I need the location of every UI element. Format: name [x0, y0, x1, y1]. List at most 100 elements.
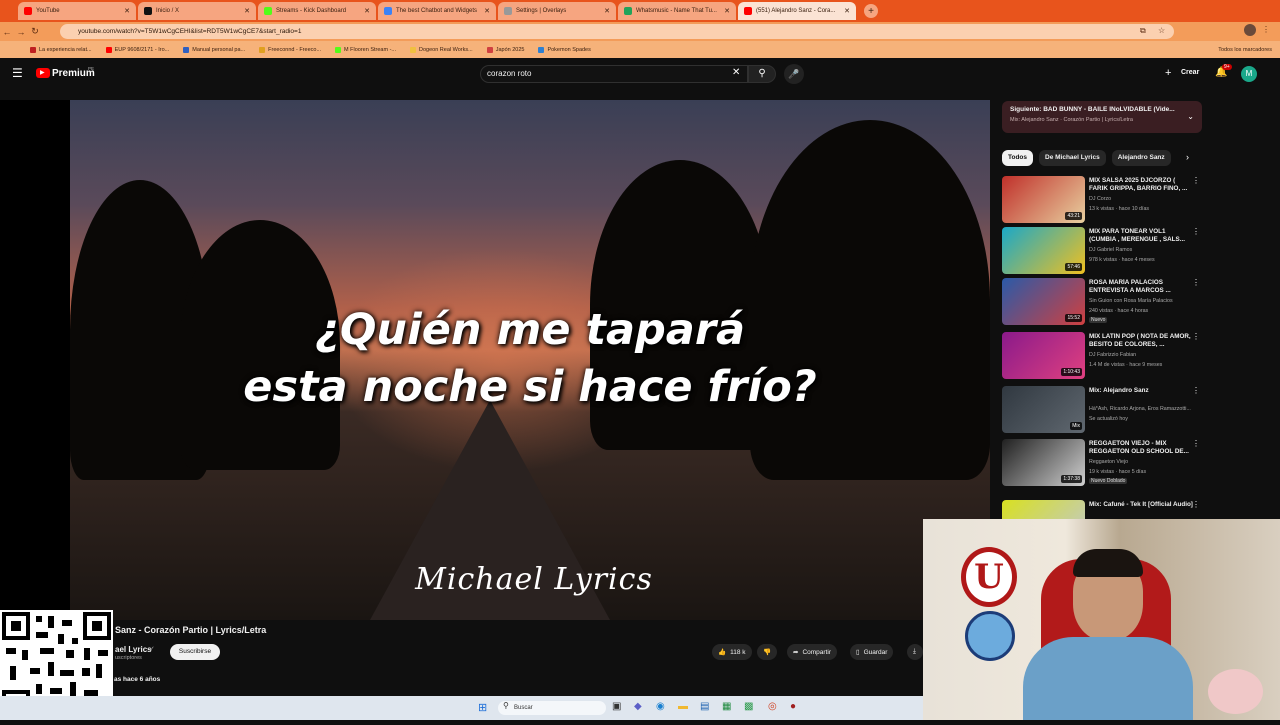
close-icon[interactable]: ✕ [844, 7, 850, 15]
recommendation-item[interactable]: 1:10:43 MIX LATIN POP ( NOTA DE AMOR, BE… [1002, 332, 1202, 380]
video-thumbnail[interactable]: 1:10:43 [1002, 332, 1085, 379]
browser-tab[interactable]: Inicio / X ✕ [138, 2, 256, 20]
more-options-icon[interactable]: ⋮ [1192, 332, 1200, 341]
more-options-icon[interactable]: ⋮ [1192, 386, 1200, 395]
recommendation-item[interactable]: 57:46 MIX PARA TONEAR VOL1 (CUMBIA , MER… [1002, 227, 1202, 275]
chevron-down-icon[interactable]: ⌄ [1187, 112, 1194, 121]
rec-title[interactable]: MIX PARA TONEAR VOL1 (CUMBIA , MERENGUE … [1089, 228, 1193, 244]
rec-channel[interactable]: DJ Corzo [1089, 196, 1199, 202]
reload-icon[interactable]: ↻ [28, 26, 42, 37]
subscribe-button[interactable]: Suscribirse [170, 644, 220, 660]
browser-tab-active[interactable]: (551) Alejandro Sanz - Cora... ✕ [738, 2, 856, 20]
video-thumbnail[interactable]: 15:52 [1002, 278, 1085, 325]
recommendation-item[interactable]: Mix Mix: Alejandro Sanz Hà*Ash, Ricardo … [1002, 386, 1202, 434]
chrome-icon[interactable]: ◎ [768, 701, 777, 712]
folder-icon[interactable]: ▬ [678, 701, 688, 712]
search-input[interactable]: corazon roto [480, 65, 748, 83]
windows-start-icon[interactable]: ⊞ [478, 701, 487, 714]
all-bookmarks[interactable]: Todos los marcadores [1218, 47, 1272, 53]
video-thumbnail[interactable]: 43:21 [1002, 176, 1085, 223]
dislike-button[interactable]: 👎 [757, 644, 778, 660]
rec-channel[interactable]: DJ Fabrizzio Fabian [1089, 352, 1199, 358]
create-plus-icon[interactable]: + [1165, 67, 1171, 79]
clear-search-icon[interactable]: ✕ [732, 67, 740, 78]
share-button[interactable]: ➦ Compartir [787, 644, 837, 660]
more-options-icon[interactable]: ⋮ [1192, 227, 1200, 236]
bookmark-star-icon[interactable]: ☆ [1158, 26, 1165, 35]
browser-tab[interactable]: Settings | Overlays ✕ [498, 2, 616, 20]
voice-search-button[interactable]: 🎤 [784, 64, 804, 84]
video-thumbnail[interactable]: 57:46 [1002, 227, 1085, 274]
rec-title[interactable]: ROSA MARÍA PALACIOS ENTREVISTA A MARCOS … [1089, 279, 1193, 295]
save-button[interactable]: ▯ Guardar [850, 644, 894, 660]
close-icon[interactable]: ✕ [724, 7, 730, 15]
app-icon[interactable]: ▩ [744, 701, 753, 712]
search-button[interactable]: ⚲ [748, 65, 776, 83]
video-thumbnail[interactable]: Mix [1002, 386, 1085, 433]
browser-tab[interactable]: Whatsmusic - Name That Tu... ✕ [618, 2, 736, 20]
app-icon[interactable]: ● [790, 701, 796, 712]
close-icon[interactable]: ✕ [244, 7, 250, 15]
channel-name[interactable]: ael Lyrics [115, 645, 152, 654]
teams-icon[interactable]: ◆ [634, 701, 642, 712]
recommendation-item[interactable]: 15:52 ROSA MARÍA PALACIOS ENTREVISTA A M… [1002, 278, 1202, 326]
playlist-next-panel[interactable]: Siguiente: BAD BUNNY - BAILE INoLVIDABLE… [1002, 101, 1202, 133]
video-thumbnail[interactable] [1002, 500, 1085, 519]
chevron-right-icon[interactable]: › [1186, 152, 1189, 162]
close-icon[interactable]: ✕ [124, 7, 130, 15]
browser-tab[interactable]: The best Chatbot and Widgets ✕ [378, 2, 496, 20]
video-player[interactable]: ¿Quién me tapará esta noche si hace frío… [0, 100, 990, 620]
new-tab-button[interactable]: + [864, 4, 878, 18]
recommendation-item[interactable]: Mix: Cafuné - Tek It [Official Audio] ⋮ [1002, 500, 1202, 519]
bookmark-item[interactable]: M Flooren Stream -... [335, 46, 396, 53]
kebab-menu-icon[interactable]: ⋮ [1262, 25, 1270, 34]
recommendation-item[interactable]: 1:37:38 REGGAETON VIEJO - MIX REGGAETON … [1002, 439, 1202, 487]
description-box[interactable]: as hace 6 años [114, 670, 924, 694]
more-options-icon[interactable]: ⋮ [1192, 500, 1200, 509]
close-icon[interactable]: ✕ [364, 7, 370, 15]
more-options-icon[interactable]: ⋮ [1192, 439, 1200, 448]
browser-tab[interactable]: Streams - Kick Dashboard ✕ [258, 2, 376, 20]
back-icon[interactable]: ← [0, 27, 14, 37]
install-icon[interactable]: ⧉ [1140, 26, 1146, 36]
rec-title[interactable]: REGGAETON VIEJO - MIX REGGAETON OLD SCHO… [1089, 440, 1193, 456]
close-icon[interactable]: ✕ [484, 7, 490, 15]
bookmark-item[interactable]: Pokemon Spades [538, 46, 591, 53]
url-bar[interactable]: youtube.com/watch?v=T5W1wCgCEHI&list=RDT… [60, 24, 1174, 39]
bookmark-item[interactable]: La experiencia relat... [30, 46, 92, 53]
edge-icon[interactable]: ◉ [656, 701, 665, 712]
bookmark-item[interactable]: Japón 2025 [486, 46, 524, 53]
video-thumbnail[interactable]: 1:37:38 [1002, 439, 1085, 486]
download-button[interactable]: ⤓ [907, 644, 923, 660]
rec-title[interactable]: Mix: Cafuné - Tek It [Official Audio] [1089, 501, 1193, 509]
forward-icon[interactable]: → [14, 27, 28, 37]
recommendation-item[interactable]: 43:21 MIX SALSA 2025 DJCORZO ( FARIK GRI… [1002, 176, 1202, 224]
task-view-icon[interactable]: ▣ [612, 701, 621, 712]
rec-channel[interactable]: Sin Guion con Rosa María Palacios [1089, 298, 1199, 304]
create-button[interactable]: Crear [1181, 69, 1199, 76]
chip-artist[interactable]: Alejandro Sanz [1111, 150, 1171, 166]
bookmark-item[interactable]: Dogeon Real Works... [410, 46, 473, 53]
more-options-icon[interactable]: ⋮ [1192, 278, 1200, 287]
excel-icon[interactable]: ▦ [722, 701, 731, 712]
chip-all[interactable]: Todos [1002, 150, 1034, 166]
chip-channel[interactable]: De Michael Lyrics [1039, 150, 1106, 166]
store-icon[interactable]: ▤ [700, 701, 709, 712]
close-icon[interactable]: ✕ [604, 7, 610, 15]
browser-tab[interactable]: YouTube ✕ [18, 2, 136, 20]
rec-channel[interactable]: DJ Gabriel Ramos [1089, 247, 1199, 253]
rec-title[interactable]: MIX SALSA 2025 DJCORZO ( FARIK GRIPPA, B… [1089, 177, 1193, 193]
rec-channel[interactable]: Hà*Ash, Ricardo Arjona, Eros Ramazzotti.… [1089, 406, 1199, 412]
more-options-icon[interactable]: ⋮ [1192, 176, 1200, 185]
rec-title[interactable]: MIX LATIN POP ( NOTA DE AMOR, BESITO DE … [1089, 333, 1193, 349]
profile-avatar[interactable] [1244, 24, 1256, 36]
avatar[interactable]: M [1241, 66, 1257, 82]
taskbar-search[interactable]: Buscar [498, 701, 606, 715]
hamburger-menu-icon[interactable]: ☰ [12, 66, 23, 80]
bookmark-item[interactable]: EUP 9608/2171 - Iro... [105, 46, 169, 53]
bookmark-item[interactable]: Freeconnd - Freeco... [259, 46, 321, 53]
rec-title[interactable]: Mix: Alejandro Sanz [1089, 387, 1193, 395]
rec-channel[interactable]: Reggaeton Viejo [1089, 459, 1199, 465]
bookmark-item[interactable]: Manual personal pa... [183, 46, 245, 53]
like-button[interactable]: 👍 118 k [712, 644, 752, 660]
